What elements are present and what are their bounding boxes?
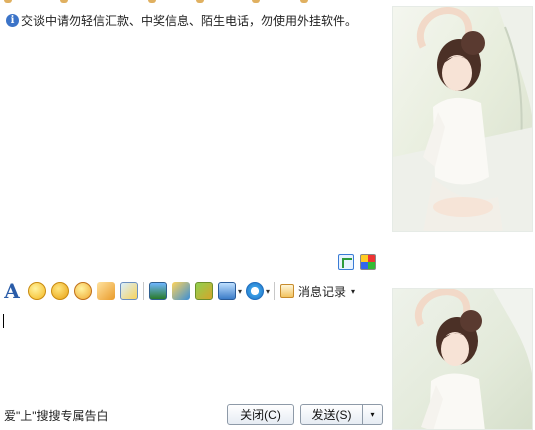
promo-link[interactable]: 爱"上"搜搜专属告白 (4, 407, 109, 424)
magic-emoticon-icon[interactable] (74, 282, 92, 300)
soso-icon[interactable] (246, 282, 265, 300)
expand-icon[interactable] (338, 254, 354, 270)
music-icon[interactable] (172, 282, 190, 300)
info-icon: i (6, 14, 19, 27)
security-notice-text: 交谈中请勿轻信汇款、中奖信息、陌生电话，勿使用外挂软件。 (21, 14, 358, 28)
send-options-button[interactable]: ▾ (362, 404, 383, 425)
security-notice: i 交谈中请勿轻信汇款、中奖信息、陌生电话，勿使用外挂软件。 (6, 12, 357, 29)
message-display-area[interactable]: i 交谈中请勿轻信汇款、中奖信息、陌生电话，勿使用外挂软件。 (0, 4, 388, 248)
screenshot-dropdown-icon[interactable]: ▾ (238, 287, 242, 296)
text-caret (3, 314, 4, 328)
image-icon[interactable] (149, 282, 167, 300)
close-button[interactable]: 关闭(C) (227, 404, 294, 425)
screenshot-icon[interactable] (218, 282, 236, 300)
soso-dropdown-icon[interactable]: ▾ (266, 287, 270, 296)
toolbar-separator (274, 282, 276, 300)
input-toolbar: A ▾ ▾ 消息记录 ▾ (0, 279, 388, 303)
message-history-button[interactable]: 消息记录 ▾ (280, 283, 355, 300)
emoticon-icon[interactable] (28, 282, 46, 300)
history-dropdown-icon: ▾ (351, 286, 356, 296)
history-icon (280, 284, 295, 298)
nudge-icon[interactable] (97, 282, 115, 300)
send-button[interactable]: 发送(S) (300, 404, 363, 425)
font-icon[interactable]: A (2, 279, 22, 303)
message-history-label: 消息记录 (298, 284, 347, 299)
contact-show-image (392, 6, 533, 232)
doodle-icon[interactable] (120, 282, 138, 300)
palette-icon[interactable] (360, 254, 376, 270)
toolbar-separator (143, 282, 144, 300)
show-area-tools (338, 254, 376, 270)
my-show-image (392, 288, 533, 430)
gift-icon[interactable] (195, 282, 213, 300)
message-input[interactable] (0, 306, 388, 398)
animated-emoticon-icon[interactable] (51, 282, 69, 300)
